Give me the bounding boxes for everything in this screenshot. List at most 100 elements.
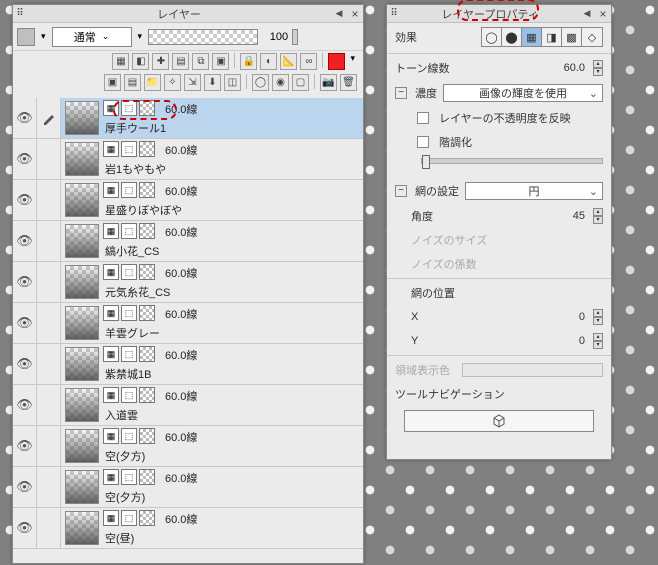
visibility-eye-icon[interactable]: 👁 xyxy=(13,385,37,425)
layer-row[interactable]: 👁 ▦⬚60.0線空(夕方) xyxy=(13,467,363,508)
new-special-icon[interactable]: ✧ xyxy=(164,74,181,91)
y-value[interactable]: 0 xyxy=(551,335,587,347)
new-layer-icon[interactable]: ▣ xyxy=(104,74,121,91)
edit-column[interactable] xyxy=(37,303,61,343)
mask-new-icon[interactable]: ◯ xyxy=(252,74,269,91)
net-shape-select[interactable]: 円 xyxy=(465,182,603,200)
layer-thumbnail[interactable] xyxy=(65,224,99,258)
layer-thumbnail[interactable] xyxy=(65,306,99,340)
edit-column[interactable] xyxy=(37,467,61,507)
visibility-eye-icon[interactable]: 👁 xyxy=(13,426,37,466)
ruler-icon[interactable]: 📐 xyxy=(280,53,297,70)
layer-main[interactable]: ▦⬚60.0線厚手ウール1 xyxy=(61,98,363,138)
layer-row[interactable]: 👁▦⬚60.0線元気糸花_CS xyxy=(13,262,363,303)
effect-gradmap-icon[interactable]: ◨ xyxy=(542,28,562,46)
x-stepper[interactable]: ▴▾ xyxy=(593,309,603,325)
visibility-eye-icon[interactable]: 👁 xyxy=(13,98,37,138)
panel-menu-icon[interactable]: ⠿ xyxy=(387,8,401,19)
y-stepper[interactable]: ▴▾ xyxy=(593,333,603,349)
layer-name[interactable]: 縞小花_CS xyxy=(105,243,159,259)
camera-icon[interactable]: 📷 xyxy=(320,74,337,91)
property-titlebar[interactable]: ⠿ レイヤープロパティ ◀ × xyxy=(387,5,611,23)
gradation-slider[interactable] xyxy=(421,158,603,164)
opacity-slider[interactable] xyxy=(148,29,258,45)
transfer-icon[interactable]: ⇲ xyxy=(184,74,201,91)
layer-row[interactable]: 👁 ▦⬚60.0線空(昼) xyxy=(13,508,363,549)
layer-main[interactable]: ▦⬚60.0線岩1もやもや xyxy=(61,139,363,179)
layer-name[interactable]: 紫禁城1B xyxy=(105,366,151,382)
layer-name[interactable]: 空(夕方) xyxy=(105,448,145,464)
close-icon[interactable]: × xyxy=(595,7,611,21)
effect-extract-icon[interactable]: ◇ xyxy=(582,28,602,46)
layer-thumbnail[interactable] xyxy=(65,183,99,217)
collapse-icon[interactable]: ◀ xyxy=(579,8,595,19)
angle-stepper[interactable]: ▴▾ xyxy=(593,208,603,224)
layer-main[interactable]: ▦⬚60.0線空(夕方) xyxy=(61,467,363,507)
layer-thumbnail[interactable] xyxy=(65,470,99,504)
mask-apply-icon[interactable]: ◉ xyxy=(272,74,289,91)
layer-main[interactable]: ▦⬚60.0線羊雲グレー xyxy=(61,303,363,343)
layer-thumbnail[interactable] xyxy=(65,388,99,422)
angle-value[interactable]: 45 xyxy=(551,210,587,222)
gradation-row[interactable]: 階調化 xyxy=(387,130,611,154)
checkbox-icon[interactable] xyxy=(417,136,429,148)
blend-dropdown-icon[interactable]: ▾ xyxy=(136,31,145,42)
visibility-eye-icon[interactable]: 👁 xyxy=(13,467,37,507)
layer-main[interactable]: ▦⬚60.0線縞小花_CS xyxy=(61,221,363,261)
edit-column[interactable] xyxy=(37,385,61,425)
edit-column[interactable] xyxy=(37,98,61,138)
tool-d-icon[interactable]: ▤ xyxy=(172,53,189,70)
checkbox-icon[interactable] xyxy=(417,112,429,124)
collapse-toggle-icon[interactable]: − xyxy=(395,185,407,197)
clip-icon[interactable]: ▢ xyxy=(292,74,309,91)
tool-nav-button[interactable] xyxy=(404,410,594,432)
layer-row[interactable]: 👁 ▦⬚60.0線空(夕方) xyxy=(13,426,363,467)
edit-column[interactable] xyxy=(37,262,61,302)
edit-column[interactable] xyxy=(37,426,61,466)
blend-mode-select[interactable]: 通常⌄ xyxy=(52,27,132,47)
layer-thumbnail[interactable] xyxy=(65,429,99,463)
swatch-dropdown-icon[interactable]: ▾ xyxy=(39,31,48,42)
x-value[interactable]: 0 xyxy=(551,311,587,323)
collapse-icon[interactable]: ◀ xyxy=(331,8,347,19)
edit-column[interactable] xyxy=(37,139,61,179)
layer-thumbnail[interactable] xyxy=(65,142,99,176)
layer-name[interactable]: 星盛りぼやぼや xyxy=(105,202,182,218)
panel-menu-icon[interactable]: ⠿ xyxy=(13,8,27,19)
lock-icon[interactable]: 🔒 xyxy=(240,53,257,70)
layer-color-swatch[interactable] xyxy=(328,53,345,70)
tool-a-icon[interactable]: ▦ xyxy=(112,53,129,70)
layer-row[interactable]: 👁▦⬚60.0線紫禁城1B xyxy=(13,344,363,385)
tone-lines-value[interactable]: 60.0 xyxy=(551,62,587,74)
layer-thumbnail[interactable] xyxy=(65,347,99,381)
layer-name[interactable]: 羊雲グレー xyxy=(105,325,160,341)
layer-thumbnail[interactable] xyxy=(65,265,99,299)
layer-row[interactable]: 👁▦⬚60.0線岩1もやもや xyxy=(13,139,363,180)
layer-main[interactable]: ▦⬚60.0線空(昼) xyxy=(61,508,363,548)
combine-icon[interactable]: ◫ xyxy=(224,74,241,91)
layer-row[interactable]: 👁▦⬚60.0線星盛りぼやぼや xyxy=(13,180,363,221)
close-icon[interactable]: × xyxy=(347,7,363,21)
layer-main[interactable]: ▦⬚60.0線紫禁城1B xyxy=(61,344,363,384)
visibility-eye-icon[interactable]: 👁 xyxy=(13,303,37,343)
layer-color-dropdown-icon[interactable]: ▾ xyxy=(348,53,357,70)
layer-thumbnail[interactable] xyxy=(65,101,99,135)
layer-main[interactable]: ▦⬚60.0線入道雲 xyxy=(61,385,363,425)
effect-border-icon[interactable]: ◯ xyxy=(482,28,502,46)
layer-row[interactable]: 👁 ▦⬚60.0線羊雲グレー xyxy=(13,303,363,344)
new-folder-icon[interactable]: 📁 xyxy=(144,74,161,91)
layer-row[interactable]: 👁 ▦⬚60.0線厚手ウール1 xyxy=(13,98,363,139)
layers-titlebar[interactable]: ⠿ レイヤー ◀ × xyxy=(13,5,363,23)
density-select[interactable]: 画像の輝度を使用 xyxy=(443,84,603,102)
layer-thumbnail[interactable] xyxy=(65,511,99,545)
layer-name[interactable]: 空(夕方) xyxy=(105,489,145,505)
tool-e-icon[interactable]: ⧉ xyxy=(192,53,209,70)
collapse-toggle-icon[interactable]: − xyxy=(395,87,407,99)
link-icon[interactable]: ∞ xyxy=(300,53,317,70)
reflect-opacity-row[interactable]: レイヤーの不透明度を反映 xyxy=(387,106,611,130)
visibility-eye-icon[interactable]: 👁 xyxy=(13,508,37,548)
layer-row[interactable]: 👁▦⬚60.0線縞小花_CS xyxy=(13,221,363,262)
edit-column[interactable] xyxy=(37,221,61,261)
opacity-stepper[interactable] xyxy=(292,29,298,45)
layer-main[interactable]: ▦⬚60.0線空(夕方) xyxy=(61,426,363,466)
